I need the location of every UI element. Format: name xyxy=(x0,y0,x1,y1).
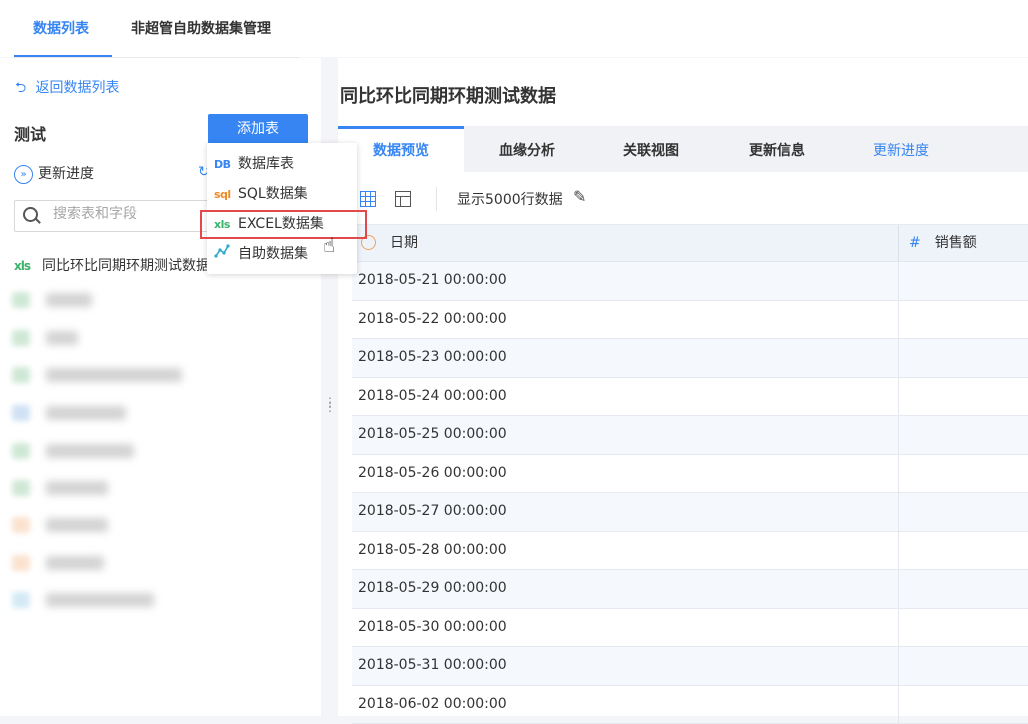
package-title: 测试 xyxy=(14,121,46,145)
date-cell: 2018-05-28 00:00:00 xyxy=(358,532,507,569)
tab-update-info[interactable]: 更新信息 xyxy=(714,126,840,172)
menu-item-label: 数据库表 xyxy=(238,156,294,172)
date-cell: 2018-05-26 00:00:00 xyxy=(358,455,507,492)
table-row: 2018-05-28 00:00:00 xyxy=(352,532,1028,571)
menu-item-label: SQL数据集 xyxy=(238,186,308,202)
date-cell: 2018-05-30 00:00:00 xyxy=(358,609,507,646)
layout-icon[interactable] xyxy=(395,191,411,207)
table-list-item[interactable]: xls 同比环比同期环期测试数据 xyxy=(14,255,210,275)
grid-view-icon[interactable] xyxy=(360,191,376,207)
back-arrow-icon: ⮌ xyxy=(15,77,31,101)
date-cell: 2018-05-22 00:00:00 xyxy=(358,301,507,338)
table-row: 2018-06-02 00:00:00 xyxy=(352,686,1028,724)
update-progress-label: 更新进度 xyxy=(38,166,94,182)
tab-data-list[interactable]: 数据列表 xyxy=(33,18,89,38)
back-to-list-link[interactable]: ⮌ 返回数据列表 xyxy=(15,77,119,101)
tab-lineage-analysis[interactable]: 血缘分析 xyxy=(464,126,590,172)
detail-tabs: 数据预览 血缘分析 关联视图 更新信息 更新进度 xyxy=(338,126,1028,172)
preview-toolbar: 显示5000行数据 ✎ xyxy=(338,182,1028,218)
toolbar-divider xyxy=(436,187,437,211)
dataset-title: 同比环比同期环期测试数据 xyxy=(340,82,556,108)
date-cell: 2018-05-23 00:00:00 xyxy=(358,339,507,376)
tab-related-views[interactable]: 关联视图 xyxy=(588,126,714,172)
date-cell: 2018-05-27 00:00:00 xyxy=(358,493,507,530)
data-preview-table: 日期 # 销售额 2018-05-21 00:00:00 2018-05-22 0… xyxy=(352,224,1028,724)
table-row: 2018-05-21 00:00:00 xyxy=(352,262,1028,301)
excel-icon: xls xyxy=(14,259,30,273)
date-cell: 2018-05-21 00:00:00 xyxy=(358,262,507,299)
date-cell: 2018-05-31 00:00:00 xyxy=(358,647,507,684)
dataset-detail-pane: 同比环比同期环期测试数据 数据预览 血缘分析 关联视图 更新信息 更新进度 显示… xyxy=(338,58,1028,716)
date-cell: 2018-06-02 00:00:00 xyxy=(358,686,507,723)
column-header-sales[interactable]: # 销售额 xyxy=(909,225,1028,261)
search-icon xyxy=(23,207,38,222)
table-row: 2018-05-27 00:00:00 xyxy=(352,493,1028,532)
top-tab-bar: 数据列表 非超管自助数据集管理 xyxy=(0,0,1028,57)
number-icon: # xyxy=(909,235,921,251)
table-item-label: 同比环比同期环期测试数据 xyxy=(42,258,210,274)
search-input[interactable] xyxy=(51,205,205,223)
panel-resize-handle[interactable]: ⋮⋮ xyxy=(324,400,336,410)
table-row: 2018-05-25 00:00:00 xyxy=(352,416,1028,455)
database-icon: DB xyxy=(214,151,238,179)
table-row: 2018-05-29 00:00:00 xyxy=(352,570,1028,609)
date-cell: 2018-05-25 00:00:00 xyxy=(358,416,507,453)
tab-update-progress[interactable]: 更新进度 xyxy=(838,126,964,172)
edit-icon[interactable]: ✎ xyxy=(573,187,586,206)
tab-self-service-dataset-admin[interactable]: 非超管自助数据集管理 xyxy=(131,18,271,38)
table-row: 2018-05-24 00:00:00 xyxy=(352,378,1028,417)
table-row: 2018-05-23 00:00:00 xyxy=(352,339,1028,378)
date-cell: 2018-05-24 00:00:00 xyxy=(358,378,507,415)
highlight-box xyxy=(200,210,367,239)
back-label: 返回数据列表 xyxy=(35,80,119,96)
column-header-label: 日期 xyxy=(390,235,418,251)
row-count-label: 显示5000行数据 xyxy=(457,189,563,209)
menu-item-label: 自助数据集 xyxy=(238,246,308,262)
self-service-dataset-icon xyxy=(214,241,238,269)
double-chevron-icon: » xyxy=(14,165,33,184)
table-row: 2018-05-26 00:00:00 xyxy=(352,455,1028,494)
menu-item-database-table[interactable]: DB数据库表 xyxy=(207,150,357,178)
table-row: 2018-05-30 00:00:00 xyxy=(352,609,1028,648)
table-header: 日期 # 销售额 xyxy=(352,225,1028,262)
sql-icon: sql xyxy=(214,181,238,209)
column-header-date[interactable]: 日期 xyxy=(352,225,899,261)
date-cell: 2018-05-29 00:00:00 xyxy=(358,570,507,607)
table-row: 2018-05-22 00:00:00 xyxy=(352,301,1028,340)
add-table-button[interactable]: 添加表 xyxy=(208,114,308,144)
table-row: 2018-05-31 00:00:00 xyxy=(352,647,1028,686)
update-progress-link[interactable]: » 更新进度 xyxy=(14,163,94,184)
hand-cursor-icon: ☝ xyxy=(323,233,335,257)
column-header-label: 销售额 xyxy=(935,235,977,251)
menu-item-sql-dataset[interactable]: sqlSQL数据集 xyxy=(207,180,357,208)
table-body: 2018-05-21 00:00:00 2018-05-22 00:00:00 … xyxy=(352,262,1028,724)
